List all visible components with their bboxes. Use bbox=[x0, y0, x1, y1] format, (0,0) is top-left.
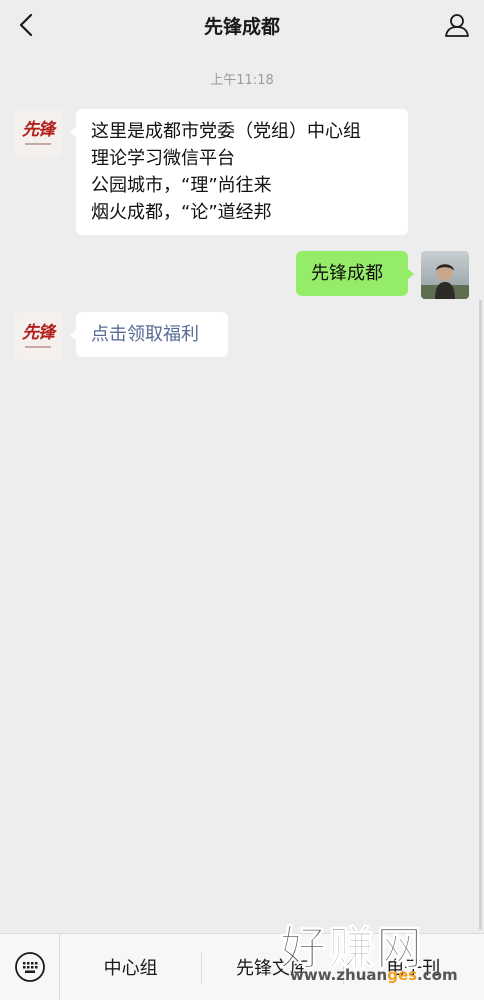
claim-benefits-link[interactable]: 点击领取福利 bbox=[70, 312, 228, 357]
keyboard-toggle-button[interactable] bbox=[0, 933, 60, 1000]
user-avatar[interactable] bbox=[421, 251, 469, 299]
link-text: 点击领取福利 bbox=[91, 324, 199, 345]
page-title: 先锋成都 bbox=[203, 16, 280, 38]
user-photo bbox=[421, 251, 469, 299]
message-bubble-user[interactable]: 先锋成都 bbox=[296, 251, 414, 296]
top-navigation-bar: 先锋成都 bbox=[0, 0, 484, 50]
keyboard-icon bbox=[14, 952, 45, 982]
account-logo-text: 先锋 bbox=[22, 322, 55, 343]
bottom-menu-bar: 中心组 先锋文库 电子刊 bbox=[0, 933, 484, 1000]
message-text: 先锋成都 bbox=[311, 263, 383, 284]
menu-item-center-group[interactable]: 中心组 bbox=[60, 934, 201, 1000]
menu-item-pioneer-library[interactable]: 先锋文库 bbox=[201, 934, 342, 1000]
account-logo-text: 先锋 bbox=[22, 119, 55, 140]
message-timestamp: 上午11:18 bbox=[210, 73, 274, 88]
profile-button[interactable] bbox=[440, 8, 474, 42]
message-line: 烟火成都，“论”道经邦 bbox=[91, 202, 272, 223]
chat-scrollbar[interactable] bbox=[479, 300, 482, 930]
menu-item-e-journal[interactable]: 电子刊 bbox=[342, 934, 484, 1000]
account-logo-underline bbox=[25, 345, 51, 348]
message-bubble-intro[interactable]: 这里是成都市党委（党组）中心组 理论学习微信平台 公园城市，“理”尚往来 烟火成… bbox=[70, 109, 408, 235]
message-line: 公园城市，“理”尚往来 bbox=[91, 175, 272, 196]
person-icon bbox=[445, 14, 469, 37]
message-line: 理论学习微信平台 bbox=[91, 148, 235, 169]
message-line: 这里是成都市党委（党组）中心组 bbox=[91, 121, 361, 142]
account-logo-underline bbox=[25, 142, 51, 145]
official-account-avatar[interactable]: 先锋 bbox=[14, 312, 62, 360]
official-account-avatar[interactable]: 先锋 bbox=[14, 109, 62, 157]
